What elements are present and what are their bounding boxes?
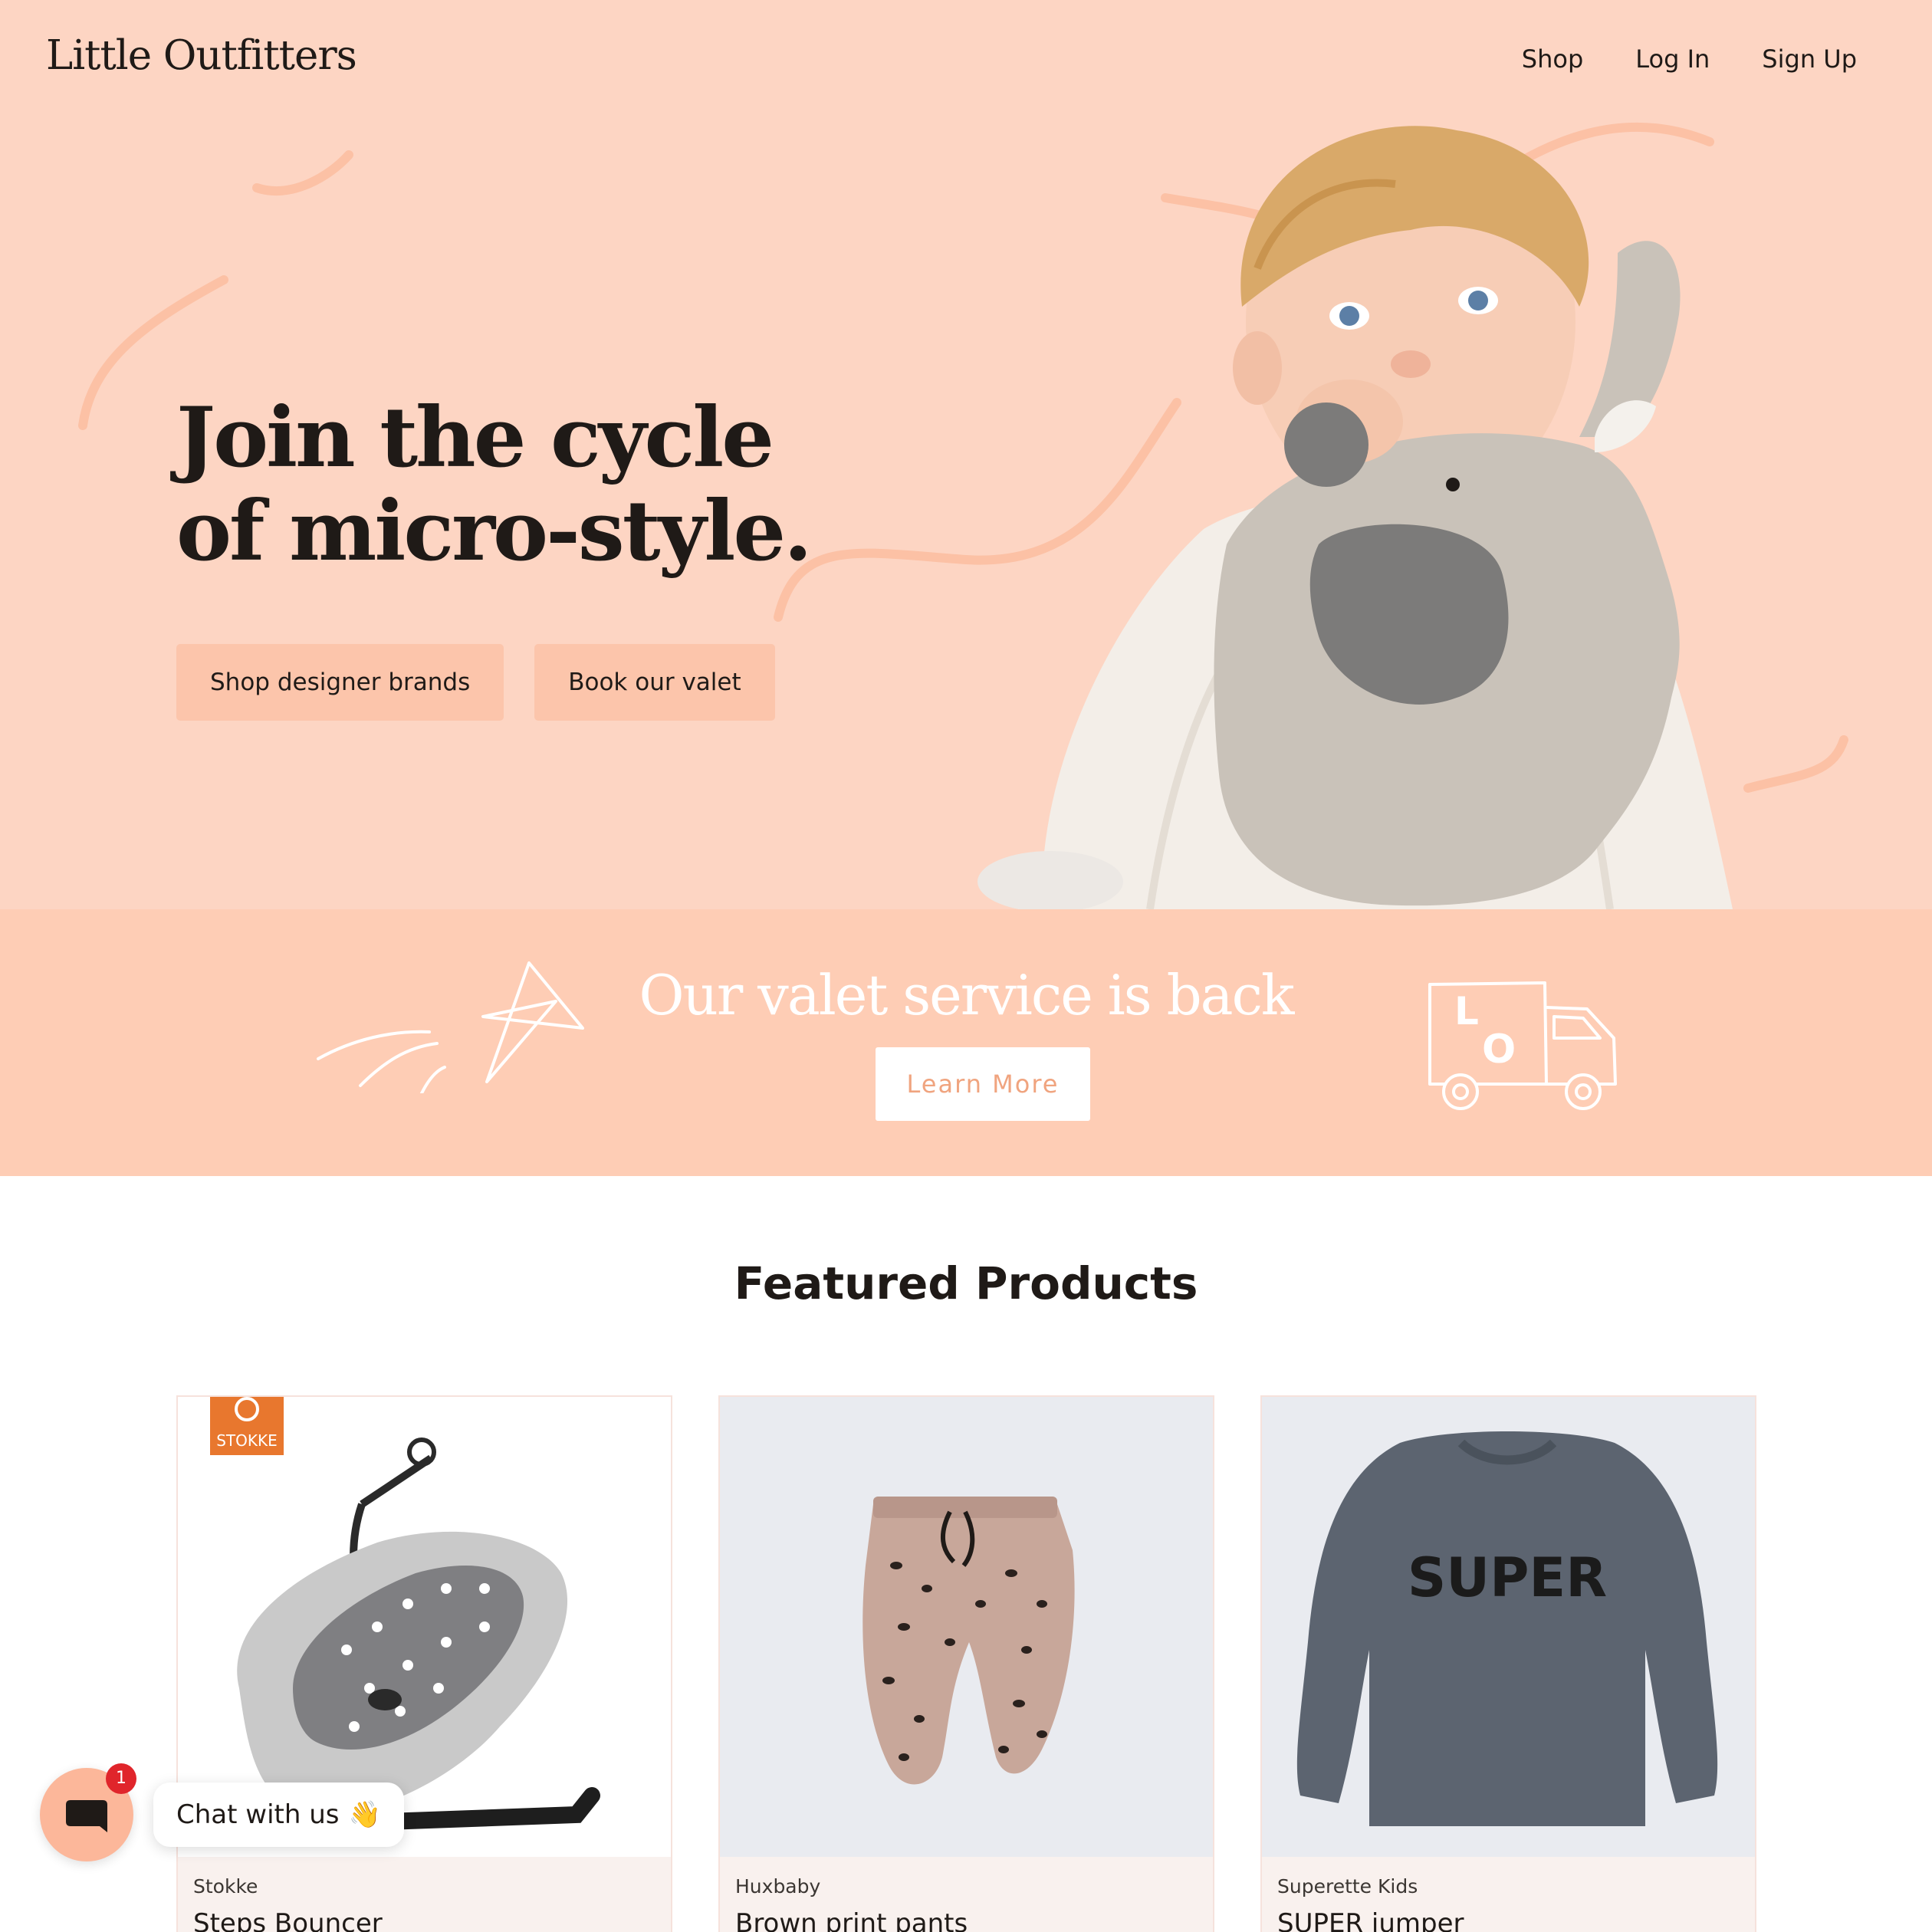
chat-label: Chat with us bbox=[176, 1799, 340, 1830]
chat-with-us-prompt[interactable]: Chat with us 👋 bbox=[153, 1783, 404, 1847]
hero-section: Little Outfitters Shop Log In Sign Up Jo… bbox=[0, 0, 1932, 909]
product-card-superette[interactable]: SUPER Superette Kids SUPER jumper bbox=[1260, 1395, 1756, 1932]
product-name[interactable]: Brown print pants bbox=[735, 1908, 1198, 1932]
featured-products-heading: Featured Products bbox=[734, 1257, 1198, 1309]
product-brand: Stokke bbox=[193, 1875, 258, 1898]
site-logo[interactable]: Little Outfitters bbox=[46, 32, 357, 79]
baby-with-elephant-image bbox=[978, 126, 1733, 909]
hero-headline: Join the cycle of micro-style. bbox=[176, 391, 866, 578]
product-name[interactable]: SUPER jumper bbox=[1277, 1908, 1740, 1932]
stokke-logo-text: STOKKE bbox=[216, 1431, 278, 1450]
jumper-illustration: SUPER bbox=[1296, 1431, 1718, 1826]
truck-letter-o: O bbox=[1482, 1027, 1516, 1073]
book-valet-button[interactable]: Book our valet bbox=[534, 644, 775, 721]
waving-hand-icon: 👋 bbox=[348, 1799, 381, 1830]
valet-title: Our valet service is back bbox=[639, 963, 1294, 1027]
product-grid: STOKKE Stokke Steps Bouncer Huxbaby Brow… bbox=[176, 1395, 1756, 1932]
valet-banner: Our valet service is back Learn More L O bbox=[0, 909, 1932, 1176]
hero-headline-line2: of micro-style. bbox=[176, 483, 813, 580]
chat-notification-badge: 1 bbox=[106, 1763, 136, 1794]
pants-illustration bbox=[863, 1497, 1075, 1785]
product-info: Stokke Steps Bouncer bbox=[178, 1857, 671, 1932]
nav-shop-link[interactable]: Shop bbox=[1522, 44, 1583, 74]
nav-signup-link[interactable]: Sign Up bbox=[1762, 44, 1857, 74]
delivery-truck-icon: L O bbox=[1428, 981, 1617, 1110]
nav-login-link[interactable]: Log In bbox=[1635, 44, 1710, 74]
learn-more-button[interactable]: Learn More bbox=[876, 1047, 1090, 1121]
product-brand: Superette Kids bbox=[1277, 1875, 1418, 1898]
hero-cta-group: Shop designer brands Book our valet bbox=[176, 644, 775, 721]
product-card-huxbaby[interactable]: Huxbaby Brown print pants bbox=[718, 1395, 1214, 1932]
top-nav: Shop Log In Sign Up bbox=[1522, 44, 1857, 74]
hero-headline-line1: Join the cycle bbox=[176, 389, 774, 486]
product-brand: Huxbaby bbox=[735, 1875, 821, 1898]
shop-designer-brands-button[interactable]: Shop designer brands bbox=[176, 644, 504, 721]
product-image-pants bbox=[720, 1397, 1213, 1857]
product-info: Superette Kids SUPER jumper bbox=[1262, 1857, 1755, 1932]
product-name[interactable]: Steps Bouncer bbox=[193, 1908, 656, 1932]
product-card-stokke[interactable]: STOKKE Stokke Steps Bouncer bbox=[176, 1395, 672, 1932]
product-image-jumper: SUPER bbox=[1262, 1397, 1755, 1857]
truck-letter-l: L bbox=[1454, 989, 1479, 1033]
product-info: Huxbaby Brown print pants bbox=[720, 1857, 1213, 1932]
jumper-print-text: SUPER bbox=[1408, 1546, 1607, 1609]
